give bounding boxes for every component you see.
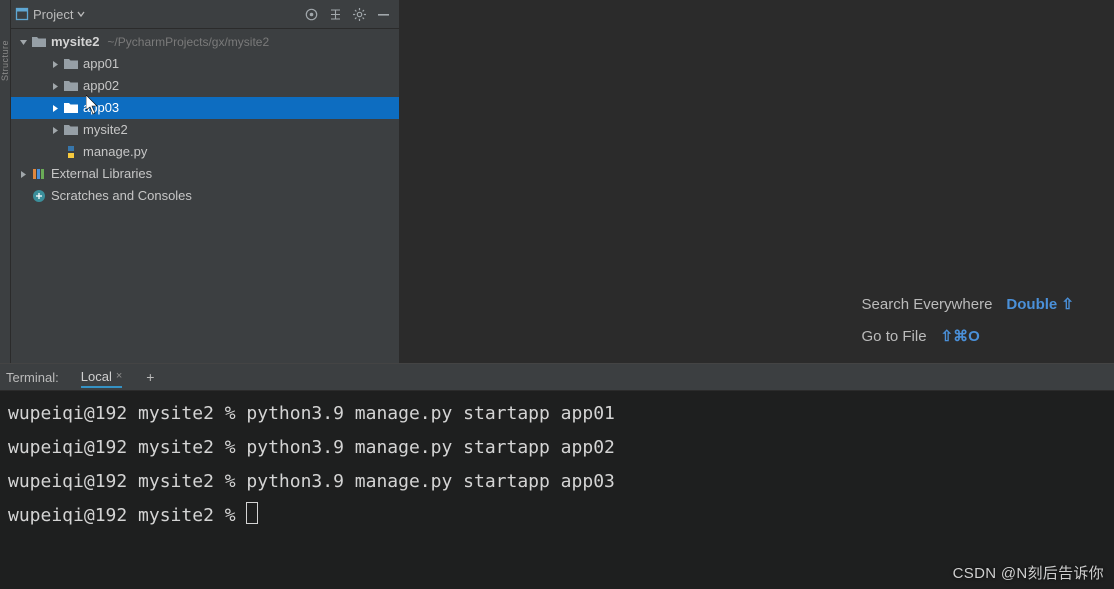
scratches-icon bbox=[31, 188, 47, 204]
tree-item-label: app01 bbox=[83, 53, 119, 75]
project-title: Project bbox=[33, 7, 73, 22]
scratches-and-consoles[interactable]: Scratches and Consoles bbox=[11, 185, 399, 207]
python-file-icon bbox=[63, 144, 79, 160]
structure-strip-label[interactable]: Structure bbox=[0, 40, 10, 81]
tree-item-label: mysite2 bbox=[83, 119, 128, 141]
hint-goto-file: Go to File ⇧⌘O bbox=[862, 327, 1074, 345]
chevron-right-icon bbox=[17, 168, 29, 180]
tree-item-label: manage.py bbox=[83, 141, 147, 163]
tree-item-manage-py[interactable]: manage.py bbox=[11, 141, 399, 163]
project-view-icon bbox=[15, 7, 29, 21]
folder-icon bbox=[31, 34, 47, 50]
folder-icon bbox=[63, 78, 79, 94]
hint-shortcut: ⇧⌘O bbox=[941, 327, 980, 345]
chevron-down-icon bbox=[77, 10, 85, 18]
tree-root-label: mysite2 bbox=[51, 31, 99, 53]
tree-root-path: ~/PycharmProjects/gx/mysite2 bbox=[107, 31, 269, 53]
top-region: Structure Project bbox=[0, 0, 1114, 363]
scratches-label: Scratches and Consoles bbox=[51, 185, 192, 207]
library-icon bbox=[31, 166, 47, 182]
target-icon[interactable] bbox=[301, 4, 321, 24]
terminal-title: Terminal: bbox=[6, 370, 59, 385]
terminal-cursor bbox=[246, 502, 258, 524]
folder-icon bbox=[63, 100, 79, 116]
chevron-right-icon bbox=[49, 58, 61, 70]
external-libraries[interactable]: External Libraries bbox=[11, 163, 399, 185]
project-dropdown[interactable]: Project bbox=[15, 7, 85, 22]
project-toolbar: Project bbox=[11, 0, 399, 29]
folder-icon bbox=[63, 56, 79, 72]
project-tree[interactable]: mysite2 ~/PycharmProjects/gx/mysite2 app… bbox=[11, 29, 399, 363]
terminal-tabs: Terminal: Local × + bbox=[0, 364, 1114, 391]
gear-icon[interactable] bbox=[349, 4, 369, 24]
chevron-right-icon bbox=[49, 80, 61, 92]
expand-all-icon[interactable] bbox=[325, 4, 345, 24]
terminal-add-tab[interactable]: + bbox=[146, 369, 154, 385]
tree-item-label: app02 bbox=[83, 75, 119, 97]
hint-search-everywhere: Search Everywhere Double ⇧ bbox=[862, 295, 1074, 313]
hint-label: Search Everywhere bbox=[862, 296, 993, 313]
left-tool-strip[interactable]: Structure bbox=[0, 0, 11, 363]
project-panel: Project bbox=[11, 0, 400, 363]
tree-item-app01[interactable]: app01 bbox=[11, 53, 399, 75]
tree-item-app02[interactable]: app02 bbox=[11, 75, 399, 97]
chevron-down-icon bbox=[17, 36, 29, 48]
editor-area: Search Everywhere Double ⇧ Go to File ⇧⌘… bbox=[400, 0, 1114, 363]
terminal-tab-label: Local bbox=[81, 369, 112, 384]
folder-icon bbox=[63, 122, 79, 138]
chevron-right-icon bbox=[49, 102, 61, 114]
close-icon[interactable]: × bbox=[116, 370, 122, 382]
app-root: Structure Project bbox=[0, 0, 1114, 589]
minimize-icon[interactable] bbox=[373, 4, 393, 24]
terminal-panel: Terminal: Local × + wupeiqi@192 mysite2 … bbox=[0, 363, 1114, 589]
tree-item-mysite2[interactable]: mysite2 bbox=[11, 119, 399, 141]
external-libraries-label: External Libraries bbox=[51, 163, 152, 185]
tree-root[interactable]: mysite2 ~/PycharmProjects/gx/mysite2 bbox=[11, 31, 399, 53]
hint-label: Go to File bbox=[862, 328, 927, 345]
terminal-output[interactable]: wupeiqi@192 mysite2 % python3.9 manage.p… bbox=[0, 391, 1114, 589]
tree-item-app03[interactable]: app03 bbox=[11, 97, 399, 119]
tree-item-label: app03 bbox=[83, 97, 119, 119]
hint-shortcut: Double ⇧ bbox=[1006, 295, 1074, 313]
action-hints: Search Everywhere Double ⇧ Go to File ⇧⌘… bbox=[862, 295, 1074, 345]
chevron-right-icon bbox=[49, 124, 61, 136]
terminal-tab-local[interactable]: Local × bbox=[81, 366, 123, 388]
